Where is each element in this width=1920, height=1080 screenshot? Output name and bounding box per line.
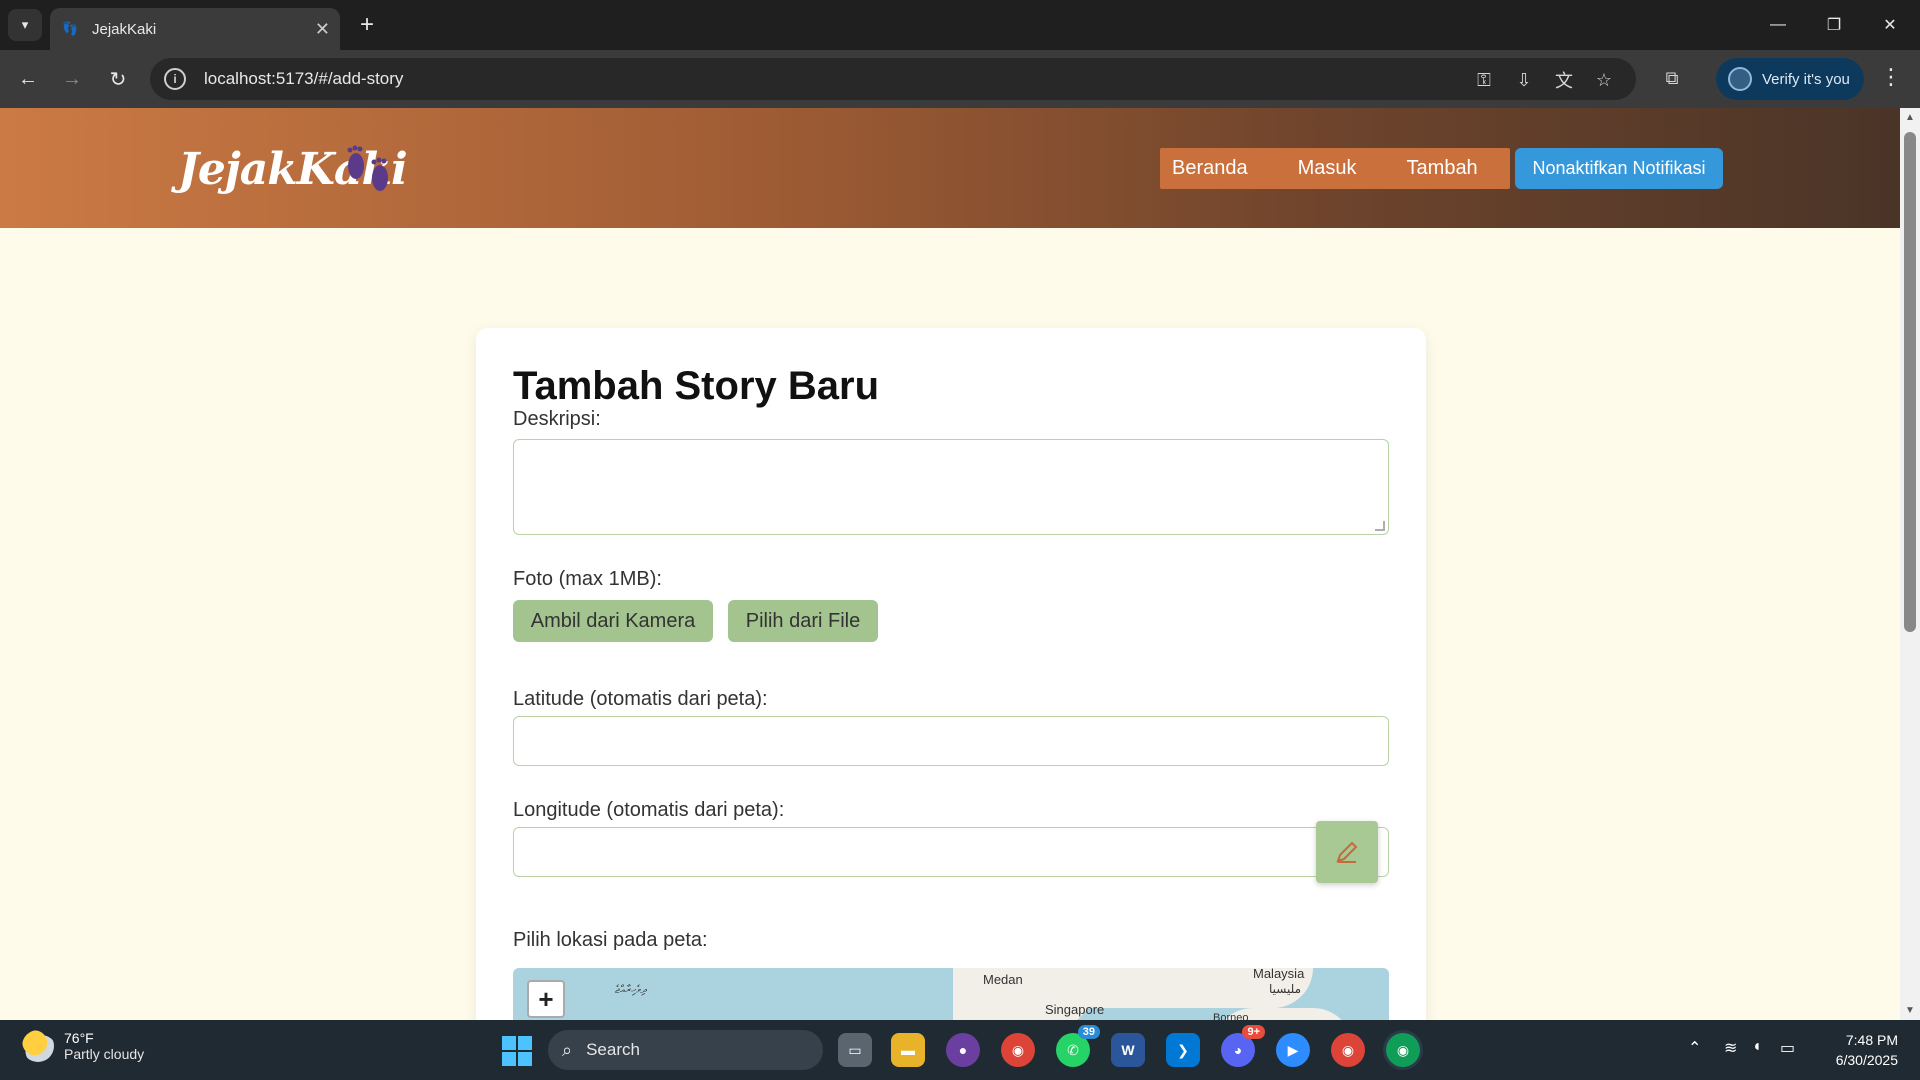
minimize-button[interactable]: —	[1750, 0, 1806, 50]
map-label-borneo: Borneo	[1213, 1012, 1249, 1020]
page-title: Tambah Story Baru	[513, 364, 879, 408]
profile-avatar-icon	[1728, 67, 1752, 91]
forward-button[interactable]: →	[56, 63, 88, 95]
latitude-input[interactable]	[513, 716, 1389, 766]
verify-profile-button[interactable]: Verify it's you	[1716, 58, 1864, 100]
word-icon[interactable]: W	[1111, 1033, 1145, 1067]
floating-edit-button[interactable]	[1316, 821, 1378, 883]
choose-file-button[interactable]: Pilih dari File	[728, 600, 878, 642]
url-text: localhost:5173/#/add-story	[204, 69, 404, 88]
whatsapp-badge: 39	[1077, 1025, 1100, 1039]
description-textarea[interactable]	[513, 439, 1389, 535]
clock-date: 6/30/2025	[1835, 1052, 1898, 1068]
site-header: JejakKaki Beranda Masuk Tambah Nonaktifk…	[0, 108, 1900, 228]
map-label-maldives: ދިވެހިރާއްޖެ	[615, 984, 647, 996]
map-label-medan: Medan	[983, 972, 1023, 987]
close-tab-icon[interactable]: ✕	[315, 19, 330, 40]
new-tab-button[interactable]: +	[352, 10, 382, 40]
discord-icon[interactable]: ◕ 9+	[1221, 1025, 1265, 1067]
main-nav: Beranda Masuk Tambah	[1160, 148, 1510, 189]
nav-link-beranda[interactable]: Beranda	[1160, 157, 1260, 180]
chrome-active-icon[interactable]: ◉	[1386, 1033, 1420, 1067]
map-label-malaysia: Malaysia	[1253, 968, 1305, 981]
weather-desc: Partly cloudy	[64, 1046, 145, 1062]
chrome-profile-icon[interactable]: ◉	[1331, 1033, 1365, 1067]
address-bar[interactable]: i localhost:5173/#/add-story ⚿ ⇩ 文 ☆	[150, 58, 1636, 100]
task-view-icon[interactable]: ▭	[838, 1033, 872, 1067]
photo-label: Foto (max 1MB):	[513, 568, 662, 590]
map-label-malaysia-local: مليسيا	[1269, 982, 1302, 996]
discord-badge: 9+	[1242, 1025, 1265, 1039]
resize-handle-icon[interactable]	[1375, 521, 1385, 531]
close-window-button[interactable]: ✕	[1862, 0, 1918, 50]
nav-link-masuk[interactable]: Masuk	[1286, 157, 1369, 180]
map-label-singapore: Singapore	[1045, 1002, 1105, 1017]
description-label: Deskripsi:	[513, 408, 601, 430]
page-scrollbar[interactable]: ▲ ▼	[1900, 108, 1920, 1020]
map-label: Pilih lokasi pada peta:	[513, 929, 708, 951]
map-zoom-in-button[interactable]: +	[527, 980, 565, 1018]
whatsapp-icon[interactable]: ✆ 39	[1056, 1025, 1100, 1067]
vscode-icon[interactable]: ❯	[1166, 1033, 1200, 1067]
password-key-icon[interactable]: ⚿	[1470, 68, 1498, 92]
arrow-left-icon: ←	[18, 67, 38, 90]
chrome-icon[interactable]: ◉	[1001, 1033, 1035, 1067]
browser-tab-bar: ▾ 👣 JejakKaki ✕ + — ❐ ✕	[0, 0, 1920, 50]
nav-link-tambah[interactable]: Tambah	[1395, 157, 1490, 180]
chevron-down-icon: ▾	[21, 17, 29, 32]
browser-toolbar: ← → ↻ i localhost:5173/#/add-story ⚿ ⇩ 文…	[0, 50, 1920, 108]
reload-button[interactable]: ↻	[102, 63, 134, 95]
translate-icon[interactable]: 文	[1550, 68, 1578, 92]
scroll-up-icon[interactable]: ▲	[1903, 112, 1917, 123]
latitude-label: Latitude (otomatis dari peta):	[513, 688, 768, 710]
scroll-down-icon[interactable]: ▼	[1903, 1005, 1917, 1016]
reload-icon: ↻	[109, 68, 127, 91]
add-story-form-card: Tambah Story Baru Deskripsi: Foto (max 1…	[476, 328, 1426, 1020]
footprints-logo-icon	[347, 145, 388, 191]
camera-button[interactable]: Ambil dari Kamera	[513, 600, 713, 642]
taskbar-search-label: Search	[586, 1040, 640, 1059]
longitude-input[interactable]	[513, 827, 1389, 877]
partly-cloudy-icon	[22, 1030, 54, 1062]
search-icon: ⌕	[562, 1039, 573, 1060]
clock-time: 7:48 PM	[1845, 1032, 1898, 1048]
longitude-label: Longitude (otomatis dari peta):	[513, 799, 785, 821]
footprint-favicon-icon: 👣	[62, 21, 79, 36]
battery-icon[interactable]: ▭	[1780, 1038, 1795, 1058]
disable-notifications-button[interactable]: Nonaktifkan Notifikasi	[1515, 148, 1723, 189]
weather-widget[interactable]: 76°F Partly cloudy	[22, 1030, 144, 1062]
windows-taskbar: 76°F Partly cloudy ⌕ Search ▭ ▬ ● ◉ ✆ 39 …	[0, 1020, 1920, 1080]
zoom-icon[interactable]: ▶	[1276, 1033, 1310, 1067]
browser-tab[interactable]: 👣 JejakKaki ✕	[50, 8, 340, 50]
site-info-icon[interactable]: i	[164, 68, 186, 90]
windows-start-icon[interactable]	[502, 1036, 532, 1066]
bookmark-star-icon[interactable]: ☆	[1590, 68, 1618, 92]
volume-icon[interactable]: ◖	[1752, 1038, 1762, 1056]
taskbar-clock[interactable]: 7:48 PM 6/30/2025	[1820, 1030, 1898, 1070]
taskbar-search[interactable]: ⌕ Search	[548, 1030, 823, 1070]
weather-temp: 76°F	[64, 1030, 94, 1046]
scrollbar-thumb[interactable]	[1904, 132, 1916, 632]
page-viewport: JejakKaki Beranda Masuk Tambah Nonaktifk…	[0, 108, 1900, 1020]
github-icon[interactable]: ●	[946, 1033, 980, 1067]
tab-title: JejakKaki	[92, 20, 157, 38]
browser-menu-icon[interactable]: ⋮	[1880, 64, 1902, 90]
install-app-icon[interactable]: ⇩	[1510, 68, 1538, 92]
extensions-icon[interactable]: ⧉	[1658, 66, 1686, 90]
tab-list-button[interactable]: ▾	[8, 9, 42, 41]
pencil-icon	[1336, 841, 1358, 863]
arrow-right-icon: →	[62, 67, 82, 90]
restore-button[interactable]: ❐	[1806, 0, 1862, 50]
tray-chevron-up-icon[interactable]: ⌃	[1688, 1038, 1701, 1058]
location-map[interactable]: ދިވެހިރާއްޖެ Medan Singapore Malaysia مل…	[513, 968, 1389, 1020]
file-explorer-icon[interactable]: ▬	[891, 1033, 925, 1067]
wifi-icon[interactable]: ≋	[1724, 1038, 1737, 1058]
verify-label: Verify it's you	[1762, 70, 1850, 88]
back-button[interactable]: ←	[12, 63, 44, 95]
